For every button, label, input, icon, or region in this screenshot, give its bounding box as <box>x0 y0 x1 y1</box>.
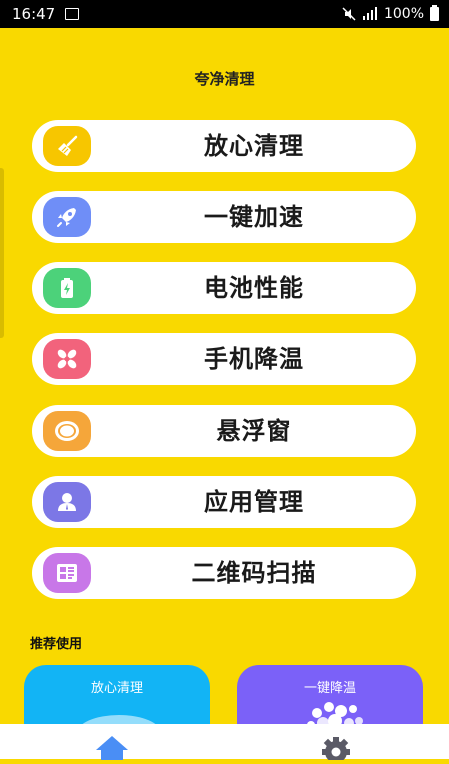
fan-icon <box>57 349 77 369</box>
menu-icon-box <box>43 482 91 522</box>
signal-icon <box>362 7 377 20</box>
menu-item-qr-scan[interactable]: 二维码扫描 <box>32 547 416 599</box>
menu-item-app-manage[interactable]: 应用管理 <box>32 476 416 528</box>
status-bar: 16:47 100% <box>0 0 449 28</box>
battery-percent: 100% <box>383 6 424 22</box>
bottom-nav <box>0 724 449 763</box>
qrcode-icon <box>57 564 77 582</box>
edge-handle[interactable] <box>0 168 4 338</box>
menu-label: 悬浮窗 <box>216 417 292 445</box>
menu-icon-box <box>43 553 91 593</box>
home-icon <box>96 736 128 762</box>
bubble-icon <box>55 421 79 441</box>
menu-item-float-window[interactable]: 悬浮窗 <box>32 405 416 457</box>
battery-icon <box>430 5 439 21</box>
menu-icon-box <box>43 197 91 237</box>
menu-label: 放心清理 <box>204 132 304 160</box>
menu-item-cool[interactable]: 手机降温 <box>32 333 416 385</box>
menu-item-clean[interactable]: 放心清理 <box>32 120 416 172</box>
menu-label: 一键加速 <box>204 203 304 231</box>
notification-icon <box>65 8 80 20</box>
section-title-recommend: 推荐使用 <box>30 637 83 652</box>
status-time: 16:47 <box>12 5 56 23</box>
user-icon <box>58 493 76 511</box>
menu-item-battery[interactable]: 电池性能 <box>32 262 416 314</box>
menu-icon-box <box>43 339 91 379</box>
menu-label: 应用管理 <box>204 488 304 516</box>
rocket-icon <box>57 208 76 227</box>
mute-icon <box>342 7 356 21</box>
menu-item-boost[interactable]: 一键加速 <box>32 191 416 243</box>
battery-icon <box>61 278 73 298</box>
menu-label: 二维码扫描 <box>191 559 317 587</box>
menu-icon-box <box>43 411 91 451</box>
settings-icon <box>322 737 350 763</box>
page-title: 夸净清理 <box>194 70 255 88</box>
menu-label: 手机降温 <box>204 345 304 373</box>
menu-icon-box <box>43 268 91 308</box>
menu-label: 电池性能 <box>204 274 304 302</box>
nav-settings[interactable] <box>318 734 354 764</box>
broom-icon <box>58 135 78 156</box>
menu-icon-box <box>43 126 91 166</box>
nav-home[interactable] <box>94 734 130 764</box>
